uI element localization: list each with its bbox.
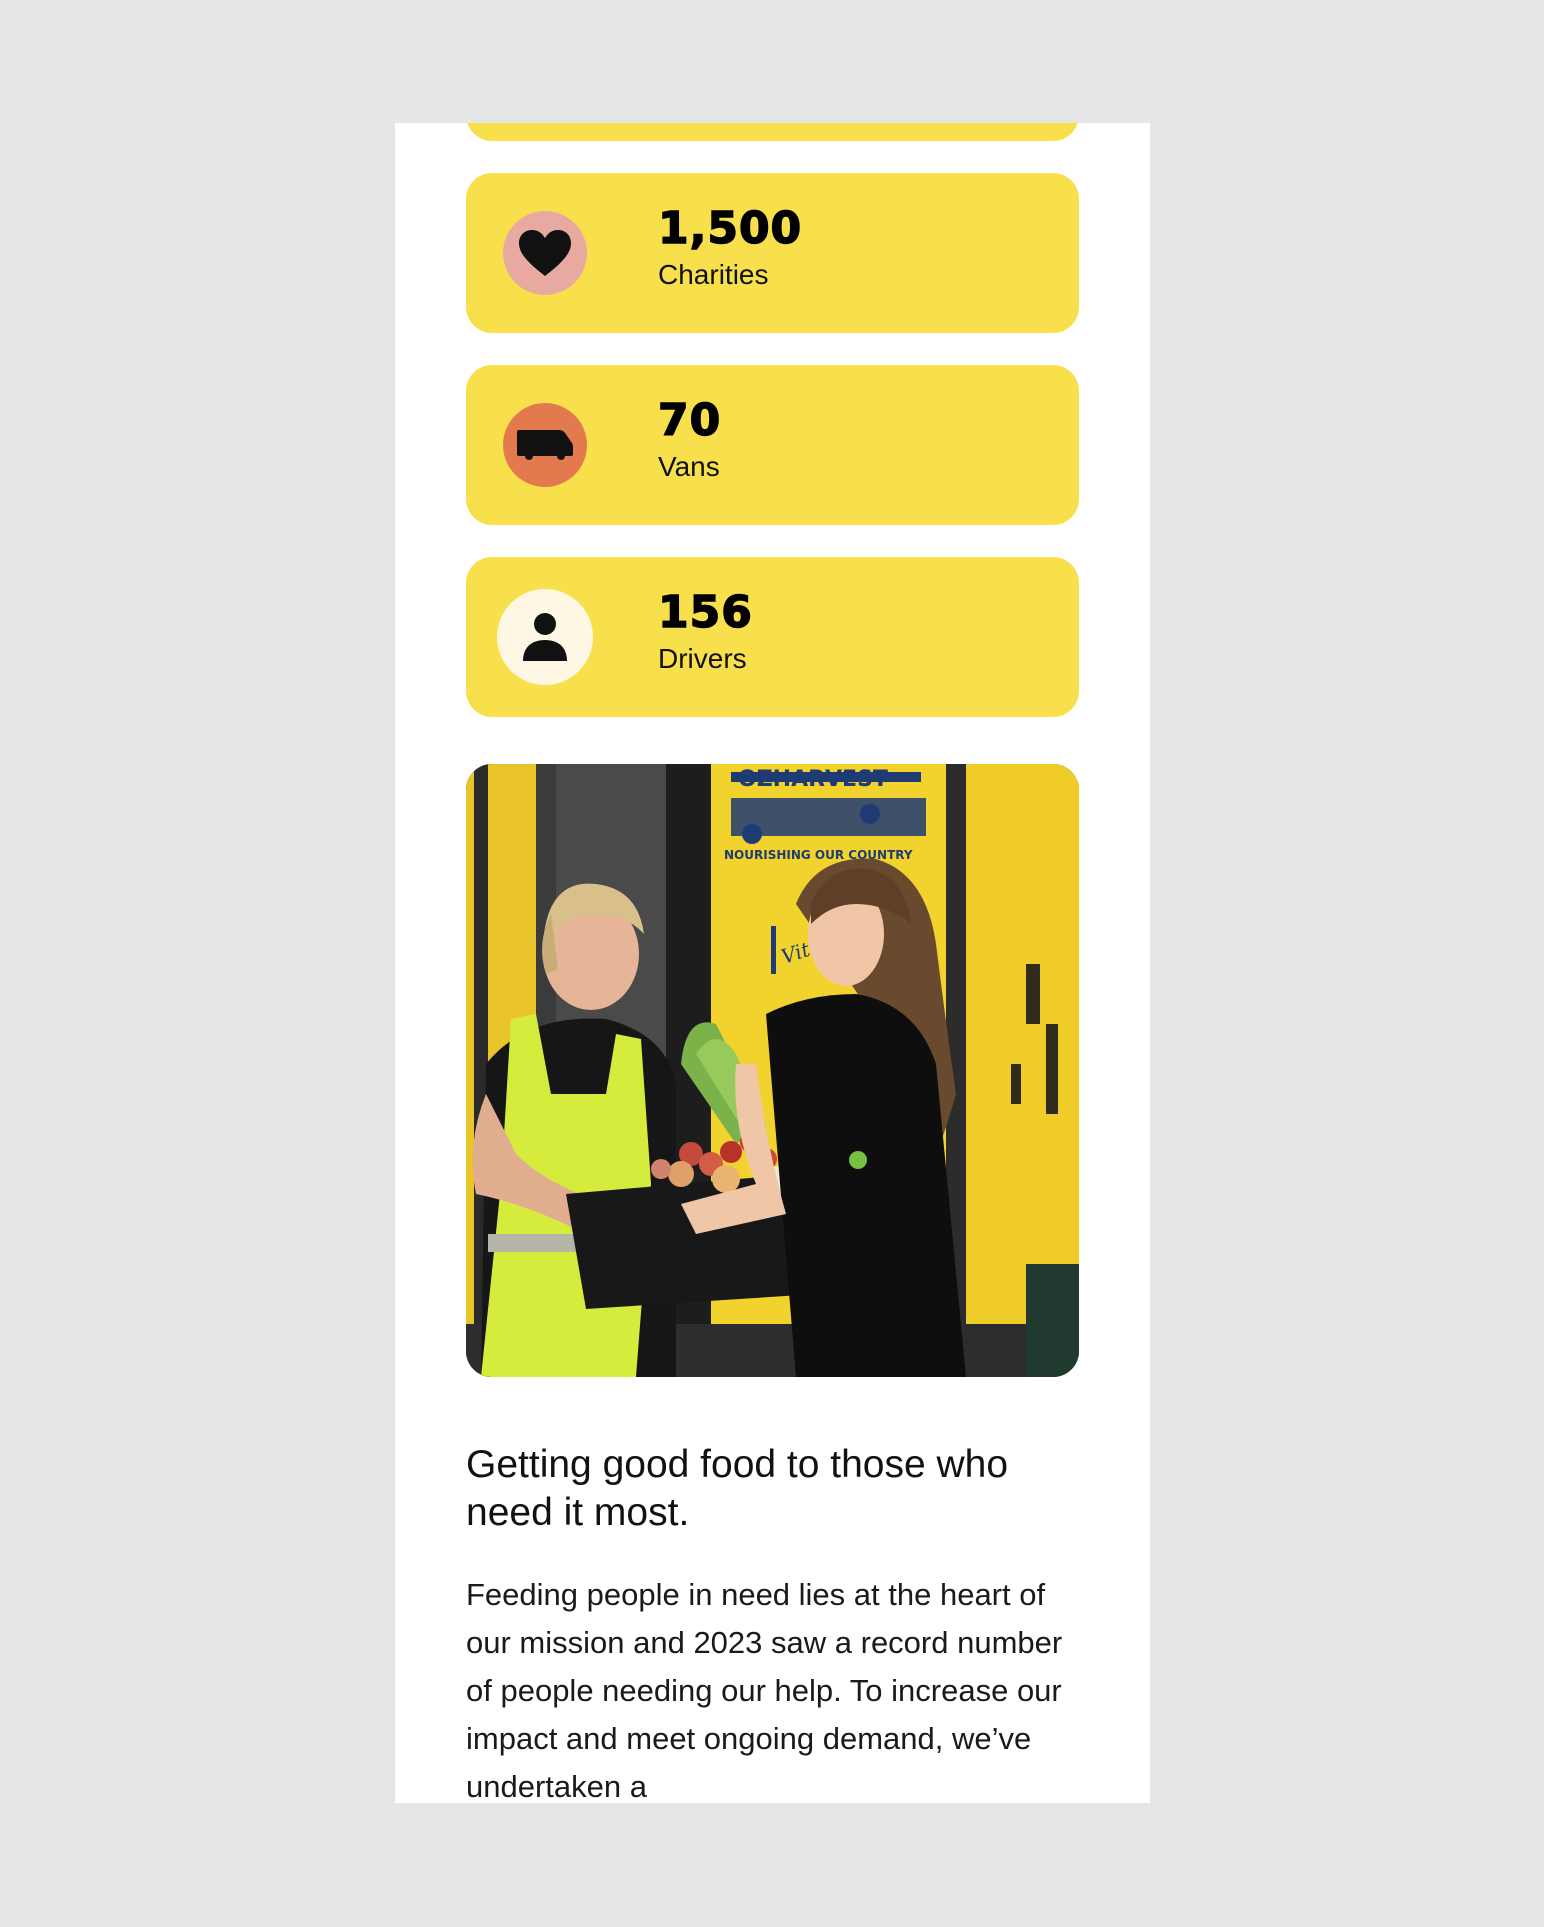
stat-card-vans: 70 Vans xyxy=(466,365,1079,525)
stat-card-charities: 1,500 Charities xyxy=(466,173,1079,333)
section-body-text: Feeding people in need lies at the heart… xyxy=(466,1577,1063,1803)
van-tagline-text: NOURISHING OUR COUNTRY xyxy=(724,848,913,862)
van-icon xyxy=(503,403,587,487)
stat-value: 70 xyxy=(657,395,722,446)
stat-value: 156 xyxy=(657,587,753,638)
section-headline: Getting good food to those who need it m… xyxy=(466,1443,1009,1534)
stat-card-drivers: 156 Drivers xyxy=(466,557,1079,717)
stat-value: 1,500 xyxy=(657,203,803,254)
stat-label: Vans xyxy=(658,451,720,482)
stat-label: Charities xyxy=(658,259,769,290)
stat-label: Drivers xyxy=(658,643,747,674)
mobile-page: 1,500 Charities 70 Vans 156 Drivers OZHA… xyxy=(395,123,1150,1803)
person-icon xyxy=(497,589,593,685)
van-logo-text: OZHARVEST xyxy=(738,767,888,792)
stat-card-partial xyxy=(466,123,1079,141)
heart-icon xyxy=(503,211,587,295)
volunteers-photo: OZHARVEST NOURISHING OUR COUNTRY Vittori… xyxy=(466,764,1079,1377)
